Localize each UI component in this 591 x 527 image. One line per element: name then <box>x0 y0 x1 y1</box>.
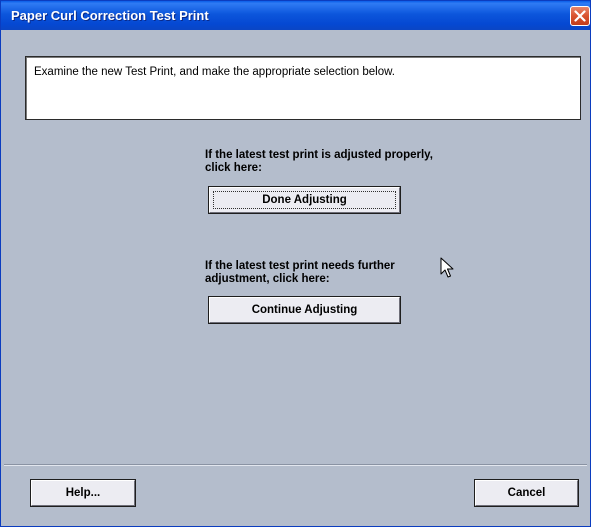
window-title: Paper Curl Correction Test Print <box>11 8 209 23</box>
done-prompt-line-1: If the latest test print is adjusted pro… <box>205 149 433 161</box>
close-button[interactable] <box>570 6 590 26</box>
done-prompt-line-2: click here: <box>205 162 262 174</box>
dialog-body: Examine the new Test Print, and make the… <box>4 30 587 525</box>
continue-prompt: If the latest test print needs further a… <box>205 260 505 286</box>
help-button[interactable]: Help... <box>30 479 136 507</box>
continue-prompt-line-2: adjustment, click here: <box>205 273 330 285</box>
cancel-button[interactable]: Cancel <box>474 479 579 507</box>
continue-adjusting-label: Continue Adjusting <box>251 304 358 316</box>
close-icon <box>574 10 586 22</box>
mouse-pointer-icon <box>440 257 454 284</box>
cancel-label: Cancel <box>507 487 546 499</box>
help-label: Help... <box>65 487 101 499</box>
footer-divider <box>4 464 587 466</box>
title-bar[interactable]: Paper Curl Correction Test Print <box>1 1 590 30</box>
continue-adjusting-button[interactable]: Continue Adjusting <box>208 296 401 324</box>
dialog-window: Paper Curl Correction Test Print Examine… <box>0 0 591 527</box>
done-prompt: If the latest test print is adjusted pro… <box>205 149 505 175</box>
instruction-box: Examine the new Test Print, and make the… <box>25 56 581 120</box>
done-adjusting-label: Done Adjusting <box>213 191 396 209</box>
done-adjusting-button[interactable]: Done Adjusting <box>208 186 401 214</box>
continue-prompt-line-1: If the latest test print needs further <box>205 260 395 272</box>
instruction-text: Examine the new Test Print, and make the… <box>34 66 395 78</box>
